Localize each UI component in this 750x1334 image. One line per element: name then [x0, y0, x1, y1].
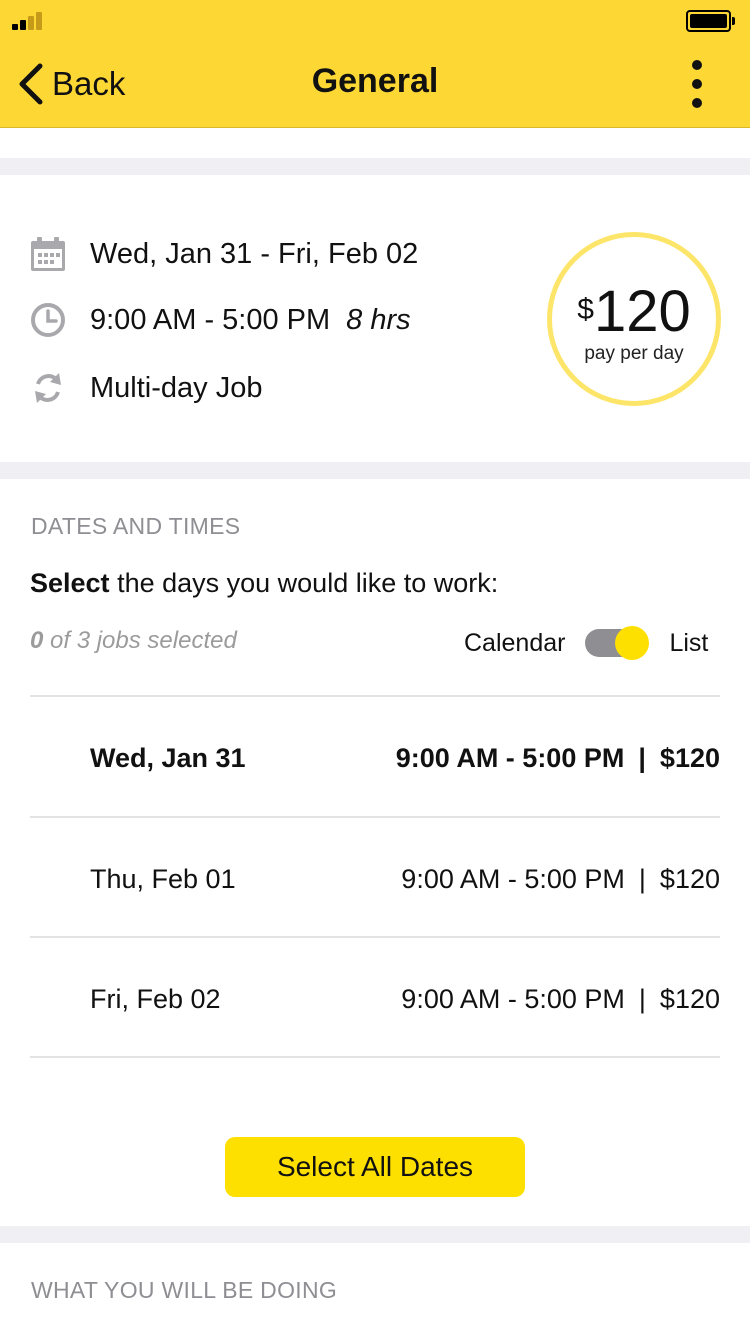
more-options-icon[interactable]	[680, 56, 714, 112]
view-switch[interactable]	[585, 626, 650, 660]
doing-heading: WHAT YOU WILL BE DOING	[31, 1277, 338, 1303]
calendar-icon	[30, 236, 66, 272]
job-type: Multi-day Job	[90, 371, 263, 404]
selection-count: 0 of 3 jobs selected	[30, 627, 237, 654]
page-title: General	[311, 62, 439, 100]
summary-job-type: Multi-day Job	[30, 370, 262, 406]
date-row[interactable]: Fri, Feb 02 9:00 AM - 5:00 PM | $120	[30, 938, 720, 1056]
row-date: Wed, Jan 31	[90, 743, 246, 773]
row-date: Fri, Feb 02	[90, 984, 221, 1014]
signal-icon	[12, 12, 52, 30]
clock-icon	[30, 302, 66, 338]
battery-icon	[686, 10, 736, 32]
summary-time: 9:00 AM - 5:00 PM 8 hrs	[30, 302, 411, 338]
pay-label: pay per day	[584, 343, 684, 364]
date-range: Wed, Jan 31 - Fri, Feb 02	[90, 237, 419, 270]
pay-badge: $120 pay per day	[547, 232, 721, 406]
row-date: Thu, Feb 01	[90, 864, 236, 894]
date-row[interactable]: Thu, Feb 01 9:00 AM - 5:00 PM | $120	[30, 818, 720, 936]
duration: 8 hrs	[346, 303, 411, 336]
row-time-price: 9:00 AM - 5:00 PM | $120	[401, 864, 720, 894]
divider	[30, 1056, 720, 1058]
section-divider	[0, 462, 750, 479]
date-row[interactable]: Wed, Jan 31 9:00 AM - 5:00 PM | $120	[30, 697, 720, 815]
calendar-view-label[interactable]: Calendar	[464, 629, 565, 658]
pay-amount: $120	[577, 279, 691, 344]
time-range: 9:00 AM - 5:00 PM 8 hrs	[90, 303, 411, 336]
summary-dates: Wed, Jan 31 - Fri, Feb 02	[30, 236, 418, 272]
list-view-label[interactable]: List	[669, 629, 708, 658]
section-divider	[0, 1226, 750, 1243]
select-all-dates-button[interactable]: Select All Dates	[225, 1137, 525, 1197]
dates-heading: DATES AND TIMES	[31, 513, 241, 539]
repeat-icon	[30, 370, 66, 406]
row-time-price: 9:00 AM - 5:00 PM | $120	[401, 984, 720, 1014]
select-instruction: Select the days you would like to work:	[30, 568, 499, 598]
view-toggle: Calendar List	[464, 626, 708, 660]
row-time-price: 9:00 AM - 5:00 PM | $120	[395, 743, 720, 773]
nav-bar: Back General	[0, 0, 750, 128]
section-divider	[0, 158, 750, 175]
